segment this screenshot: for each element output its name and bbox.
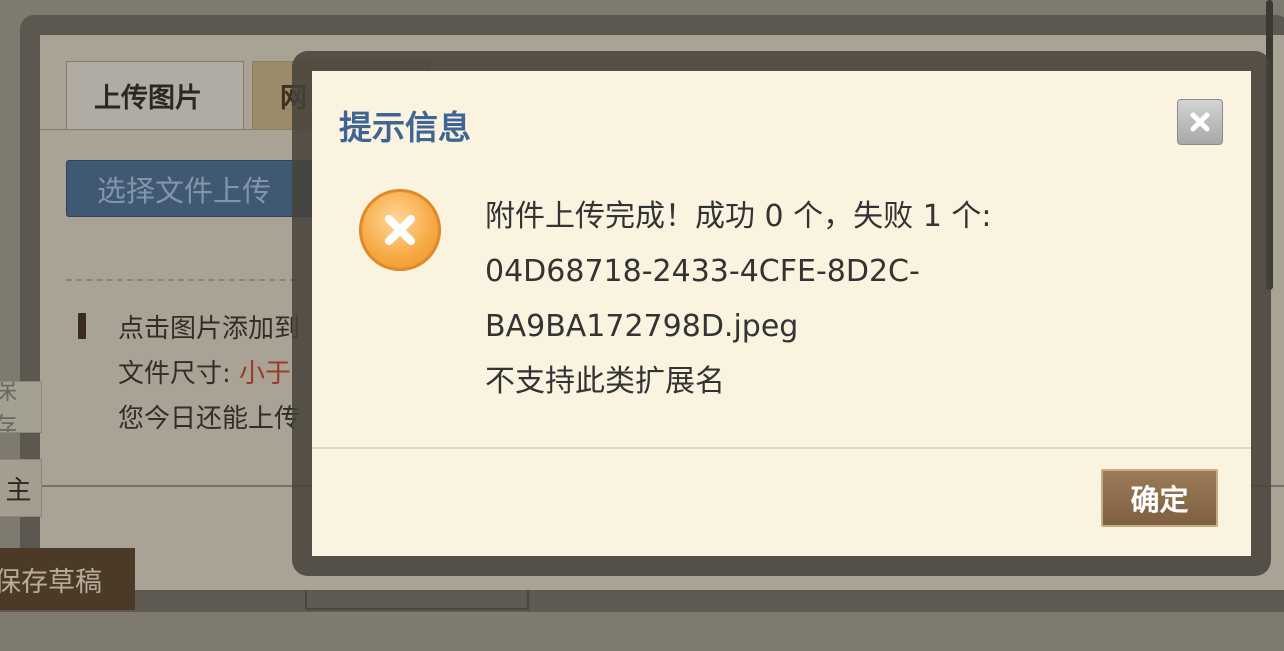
tab-bar-divider (40, 129, 310, 130)
close-icon (1190, 112, 1210, 132)
hint-remaining-uploads: 您今日还能上传 (118, 404, 301, 434)
dashed-divider (66, 279, 316, 281)
background-bottom-strip (0, 592, 1284, 612)
main-cell-fragment: 主 (0, 459, 42, 517)
save-draft-button[interactable]: 保存草稿 (0, 548, 135, 610)
save-draft-label: 保存草稿 (0, 566, 102, 598)
dialog-footer-divider (312, 447, 1251, 449)
hint-file-size-label: 文件尺寸: (118, 359, 240, 389)
close-button[interactable] (1177, 99, 1223, 145)
dialog-title: 提示信息 (339, 108, 471, 147)
hint-file-size: 文件尺寸: 小于 (118, 353, 291, 390)
tab-upload-image[interactable]: 上传图片 (66, 61, 244, 129)
message-line-result: 附件上传完成！成功 0 个，失败 1 个: (485, 199, 992, 234)
message-dialog: 提示信息 附件上传完成！成功 0 个，失败 1 个: 04D68718-2433… (312, 71, 1251, 556)
message-line-filename-part2: BA9BA172798D.jpeg (485, 309, 799, 344)
dialog-message: 附件上传完成！成功 0 个，失败 1 个: 04D68718-2433-4CFE… (485, 189, 1105, 409)
hint-file-size-value: 小于 (239, 359, 292, 389)
error-icon (359, 189, 441, 271)
message-line-filename-part1: 04D68718-2433-4CFE-8D2C- (485, 254, 920, 289)
hint-click-image: 点击图片添加到 (118, 314, 301, 344)
ok-button[interactable]: 确定 (1101, 469, 1218, 527)
message-line-reason: 不支持此类扩展名 (485, 364, 725, 399)
select-file-upload-button[interactable]: 选择文件上传 (66, 160, 326, 217)
background-outline-box (305, 590, 529, 610)
file-icon (78, 313, 86, 339)
save-field-fragment[interactable]: 保存 (0, 381, 42, 433)
error-cross-icon (385, 215, 415, 245)
